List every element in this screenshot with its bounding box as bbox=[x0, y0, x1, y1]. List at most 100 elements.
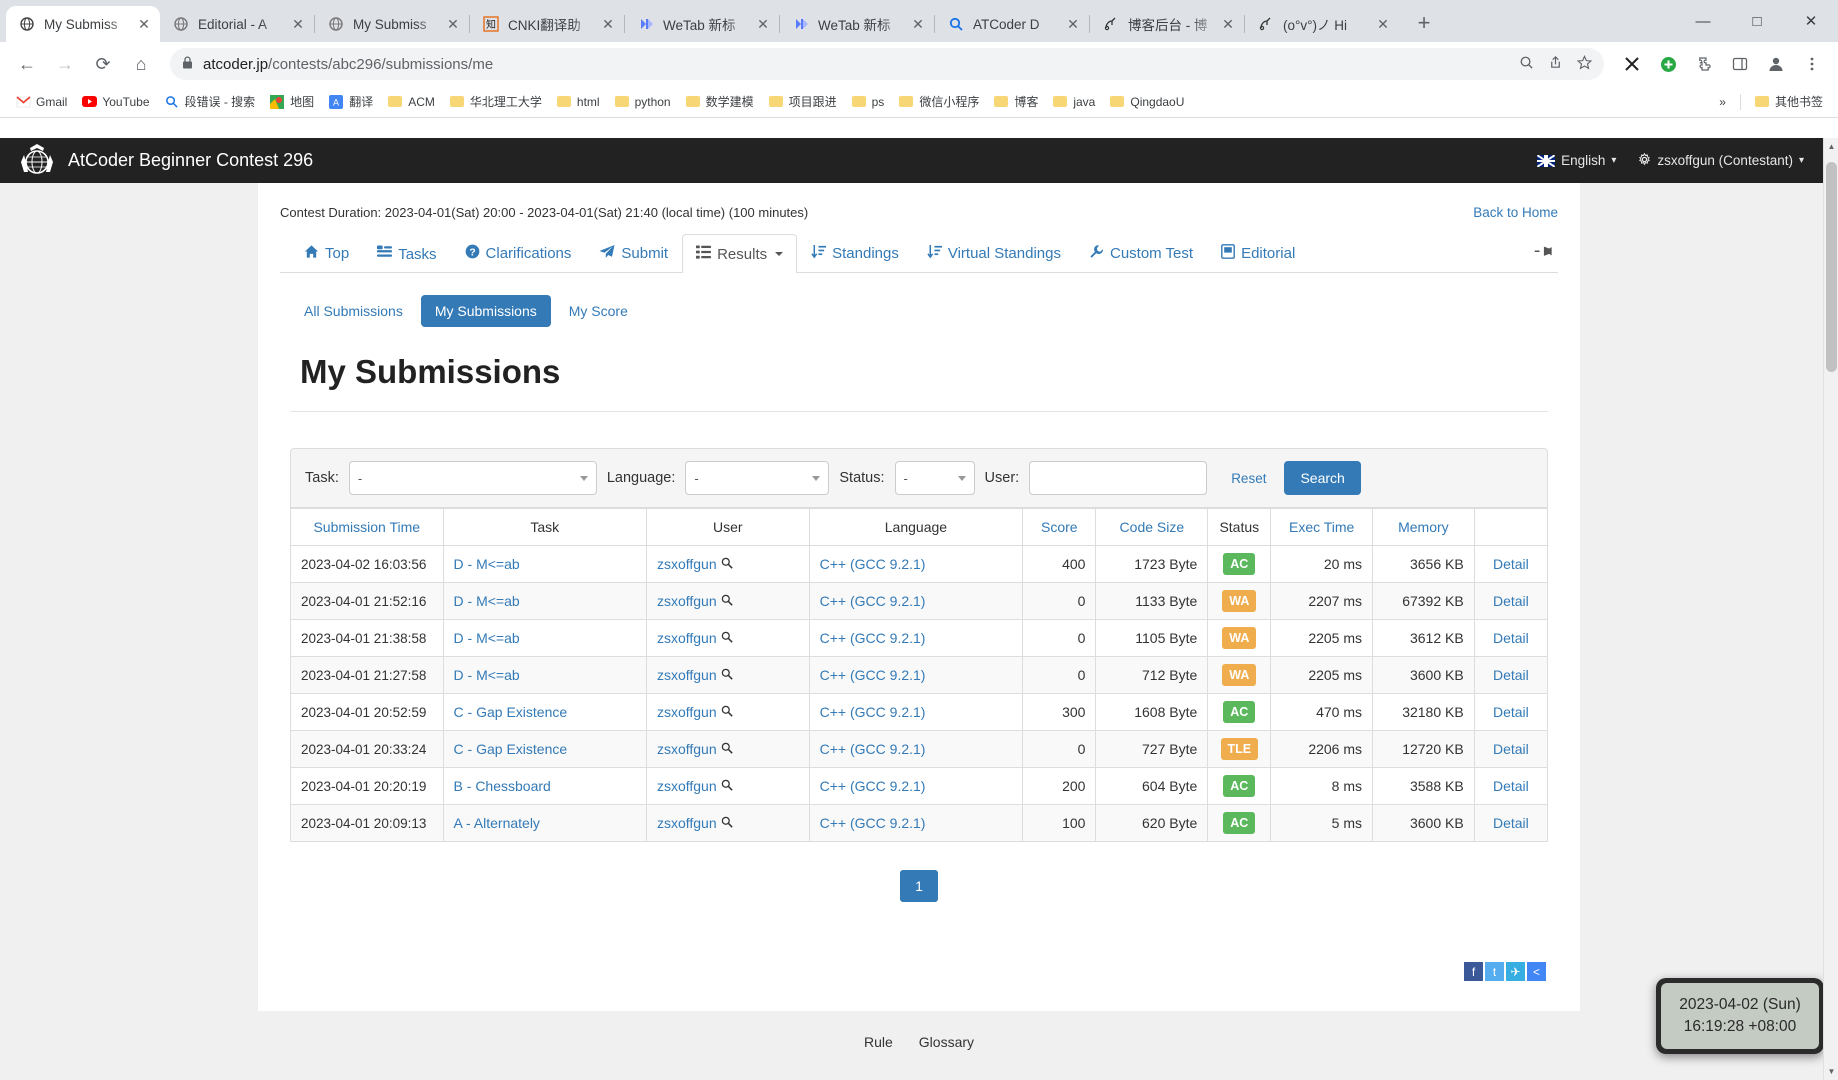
nav-tab-standings[interactable]: Standings bbox=[797, 233, 913, 273]
task-link[interactable]: D - M<=ab bbox=[454, 630, 520, 646]
language-link[interactable]: C++ (GCC 9.2.1) bbox=[820, 815, 926, 831]
page-1-button[interactable]: 1 bbox=[900, 870, 938, 902]
user-link[interactable]: zsxoffgun bbox=[657, 556, 717, 572]
nav-tab-tasks[interactable]: Tasks bbox=[363, 234, 450, 273]
detail-link[interactable]: Detail bbox=[1493, 556, 1529, 572]
search-icon[interactable] bbox=[721, 668, 733, 683]
new-tab-button[interactable]: + bbox=[1407, 6, 1441, 40]
task-link[interactable]: C - Gap Existence bbox=[454, 704, 568, 720]
search-icon[interactable] bbox=[721, 705, 733, 720]
chevron-overflow-icon[interactable]: » bbox=[1711, 95, 1734, 109]
bookmark-gmail[interactable]: Gmail bbox=[8, 91, 74, 113]
task-link[interactable]: D - M<=ab bbox=[454, 556, 520, 572]
nav-tab-top[interactable]: Top bbox=[290, 233, 363, 273]
bookmark-youtube[interactable]: YouTube bbox=[74, 91, 156, 113]
close-icon[interactable]: ✕ bbox=[598, 14, 618, 34]
browser-tab-5[interactable]: WeTab 新标 ✕ bbox=[625, 6, 779, 42]
bookmark-other[interactable]: 其他书签 bbox=[1747, 90, 1830, 113]
browser-tab-6[interactable]: WeTab 新标 ✕ bbox=[780, 6, 934, 42]
subtab-all-submissions[interactable]: All Submissions bbox=[290, 295, 417, 327]
bookmark-star-icon[interactable] bbox=[1576, 54, 1593, 74]
add-extension-icon[interactable] bbox=[1652, 48, 1684, 80]
user-link[interactable]: zsxoffgun bbox=[657, 815, 717, 831]
bookmark-wechat-miniprogram[interactable]: 微信小程序 bbox=[891, 90, 986, 113]
bookmark-maps[interactable]: 地图 bbox=[262, 90, 321, 113]
facebook-icon[interactable]: f bbox=[1464, 962, 1483, 981]
task-link[interactable]: D - M<=ab bbox=[454, 667, 520, 683]
search-icon[interactable] bbox=[721, 816, 733, 831]
user-menu[interactable]: zsxoffgun (Contestant) ▾ bbox=[1638, 152, 1804, 169]
task-filter-select[interactable]: - bbox=[348, 461, 597, 495]
detail-link[interactable]: Detail bbox=[1493, 667, 1529, 683]
col-score[interactable]: Score bbox=[1022, 508, 1097, 546]
address-bar[interactable]: atcoder.jp/contests/abc296/submissions/m… bbox=[170, 48, 1604, 80]
vertical-scrollbar[interactable]: ▲ ▼ bbox=[1823, 138, 1838, 1080]
user-link[interactable]: zsxoffgun bbox=[657, 778, 717, 794]
search-button[interactable]: Search bbox=[1284, 461, 1361, 495]
bookmark-acm[interactable]: ACM bbox=[380, 91, 442, 113]
detail-link[interactable]: Detail bbox=[1493, 593, 1529, 609]
share-icon[interactable] bbox=[1548, 55, 1563, 74]
browser-tab-9[interactable]: (o°v°)ノ Hi ✕ bbox=[1245, 6, 1399, 42]
col-memory[interactable]: Memory bbox=[1372, 508, 1475, 546]
subtab-my-submissions[interactable]: My Submissions bbox=[420, 295, 551, 327]
atcoder-logo[interactable] bbox=[14, 141, 60, 181]
bookmark-blog[interactable]: 博客 bbox=[986, 90, 1045, 113]
bookmark-hbut[interactable]: 华北理工大学 bbox=[442, 90, 549, 113]
browser-tab-3[interactable]: My Submiss ✕ bbox=[315, 6, 469, 42]
search-icon[interactable] bbox=[721, 742, 733, 757]
search-icon[interactable] bbox=[721, 557, 733, 572]
minimize-button[interactable]: — bbox=[1676, 0, 1730, 42]
user-link[interactable]: zsxoffgun bbox=[657, 667, 717, 683]
bookmark-translate[interactable]: A 翻译 bbox=[321, 90, 380, 113]
browser-tab-2[interactable]: Editorial - A ✕ bbox=[160, 6, 314, 42]
reload-icon[interactable]: ⟳ bbox=[86, 47, 120, 81]
user-link[interactable]: zsxoffgun bbox=[657, 741, 717, 757]
language-link[interactable]: C++ (GCC 9.2.1) bbox=[820, 778, 926, 794]
x-extension-icon[interactable] bbox=[1616, 48, 1648, 80]
user-link[interactable]: zsxoffgun bbox=[657, 630, 717, 646]
profile-icon[interactable] bbox=[1760, 48, 1792, 80]
task-link[interactable]: C - Gap Existence bbox=[454, 741, 568, 757]
language-link[interactable]: C++ (GCC 9.2.1) bbox=[820, 667, 926, 683]
close-icon[interactable]: ✕ bbox=[1063, 14, 1083, 34]
bookmark-qingdaou[interactable]: QingdaoU bbox=[1102, 91, 1191, 113]
scroll-down-icon[interactable]: ▼ bbox=[1824, 1063, 1838, 1080]
col-exec-time[interactable]: Exec Time bbox=[1270, 508, 1374, 546]
task-link[interactable]: D - M<=ab bbox=[454, 593, 520, 609]
detail-link[interactable]: Detail bbox=[1493, 704, 1529, 720]
nav-tab-results[interactable]: Results bbox=[682, 234, 798, 273]
language-link[interactable]: C++ (GCC 9.2.1) bbox=[820, 593, 926, 609]
back-to-home-link[interactable]: Back to Home bbox=[1473, 205, 1558, 220]
nav-tab-clarifications[interactable]: ? Clarifications bbox=[451, 233, 586, 273]
reset-link[interactable]: Reset bbox=[1231, 471, 1266, 486]
nav-tab-submit[interactable]: Submit bbox=[585, 233, 682, 273]
bookmark-project-tracking[interactable]: 项目跟进 bbox=[761, 90, 844, 113]
scrollbar-thumb[interactable] bbox=[1826, 162, 1837, 372]
browser-tab-4[interactable]: 知 CNKI翻译助 ✕ bbox=[470, 6, 624, 42]
col-submission-time[interactable]: Submission Time bbox=[290, 508, 444, 546]
close-window-button[interactable]: ✕ bbox=[1784, 0, 1838, 42]
col-code-size[interactable]: Code Size bbox=[1095, 508, 1209, 546]
close-icon[interactable]: ✕ bbox=[134, 14, 154, 34]
footer-rule-link[interactable]: Rule bbox=[864, 1034, 893, 1050]
nav-tab-custom-test[interactable]: Custom Test bbox=[1075, 233, 1207, 273]
scroll-up-icon[interactable]: ▲ bbox=[1824, 138, 1838, 155]
browser-tab-8[interactable]: 博客后台 - 博 ✕ bbox=[1090, 6, 1244, 42]
language-link[interactable]: C++ (GCC 9.2.1) bbox=[820, 630, 926, 646]
detail-link[interactable]: Detail bbox=[1493, 741, 1529, 757]
search-icon[interactable] bbox=[721, 594, 733, 609]
language-selector[interactable]: English ▾ bbox=[1537, 153, 1616, 168]
more-share-icon[interactable]: < bbox=[1527, 962, 1546, 981]
nav-tab-virtual-standings[interactable]: Virtual Standings bbox=[913, 233, 1075, 273]
bookmark-ps[interactable]: ps bbox=[844, 91, 892, 113]
close-icon[interactable]: ✕ bbox=[1218, 14, 1238, 34]
footer-glossary-link[interactable]: Glossary bbox=[919, 1034, 974, 1050]
bookmark-python[interactable]: python bbox=[607, 91, 678, 113]
close-icon[interactable]: ✕ bbox=[443, 14, 463, 34]
bookmark-html[interactable]: html bbox=[549, 91, 607, 113]
detail-link[interactable]: Detail bbox=[1493, 815, 1529, 831]
language-link[interactable]: C++ (GCC 9.2.1) bbox=[820, 556, 926, 572]
twitter-icon[interactable]: t bbox=[1485, 962, 1504, 981]
zoom-icon[interactable] bbox=[1519, 55, 1534, 74]
